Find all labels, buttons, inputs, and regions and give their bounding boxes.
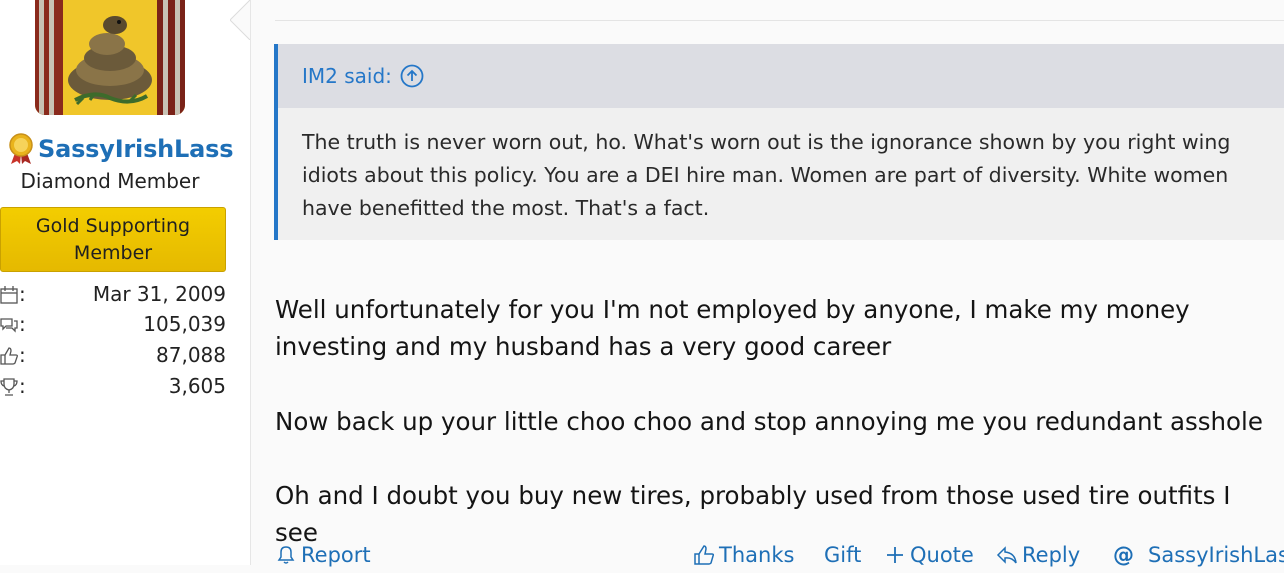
mention-label: SassyIrishLass	[1148, 543, 1284, 567]
arrow-circle-up-icon[interactable]	[400, 64, 424, 88]
user-title: Diamond Member	[20, 169, 200, 193]
calendar-icon	[0, 286, 18, 304]
username-link[interactable]: SassyIrishLass	[38, 135, 234, 163]
divider	[275, 20, 1284, 21]
thanks-label: Thanks	[719, 543, 795, 567]
post-arrow	[230, 0, 250, 40]
quote-header[interactable]: IM2 said:	[278, 44, 1284, 108]
stat-messages: : 105,039	[0, 312, 226, 340]
stat-value: Mar 31, 2009	[92, 282, 226, 306]
post-main: IM2 said: The truth is never worn out, h…	[250, 0, 1284, 567]
gift-button[interactable]: Gift	[824, 543, 861, 567]
stat-value: 3,605	[168, 374, 226, 398]
reply-button[interactable]: Reply	[996, 543, 1080, 567]
thumbs-up-icon	[694, 545, 715, 565]
report-label: Report	[301, 543, 371, 567]
gift-label: Gift	[824, 543, 862, 567]
quote-button[interactable]: Quote	[884, 543, 974, 567]
mention-button[interactable]: @ SassyIrishLass	[1113, 543, 1284, 567]
report-button[interactable]: Report	[275, 543, 371, 567]
stat-joined: : Mar 31, 2009	[0, 282, 226, 310]
at-icon: @	[1113, 543, 1134, 567]
thumbs-up-icon	[0, 347, 18, 365]
reply-icon	[996, 546, 1017, 564]
quote-text: The truth is never worn out, ho. What's …	[302, 130, 1231, 220]
bell-icon	[277, 546, 295, 564]
stat-value: 87,088	[156, 343, 226, 367]
post-actions: Report Thanks Gift Quote Reply @ SassyIr…	[275, 543, 1284, 573]
stat-points: : 3,605	[0, 374, 226, 402]
plus-icon	[887, 547, 903, 563]
reply-label: Reply	[1022, 543, 1081, 567]
stat-colon: :	[19, 343, 26, 367]
stat-reactions: : 87,088	[0, 343, 226, 371]
user-banner: Gold Supporting Member	[0, 207, 226, 272]
stat-colon: :	[19, 282, 26, 306]
medal-icon	[9, 133, 33, 164]
post-paragraph: Now back up your little choo choo and st…	[275, 407, 1263, 436]
post-paragraph: Well unfortunately for you I'm not emplo…	[275, 295, 1190, 361]
stat-value: 105,039	[143, 312, 226, 336]
stat-colon: :	[19, 374, 26, 398]
user-panel: SassyIrishLass Diamond Member Gold Suppo…	[0, 0, 251, 565]
thanks-button[interactable]: Thanks	[693, 543, 794, 567]
quote-block: IM2 said: The truth is never worn out, h…	[274, 44, 1284, 240]
username-row: SassyIrishLass	[6, 131, 234, 167]
messages-icon	[0, 318, 18, 333]
avatar[interactable]	[35, 0, 185, 115]
quote-label: Quote	[910, 543, 974, 567]
gadsden-flag-avatar	[35, 0, 185, 115]
stat-colon: :	[19, 312, 26, 336]
post-paragraph: Oh and I doubt you buy new tires, probab…	[275, 481, 1231, 547]
trophy-icon	[0, 378, 18, 396]
quote-author[interactable]: IM2 said:	[302, 64, 392, 88]
